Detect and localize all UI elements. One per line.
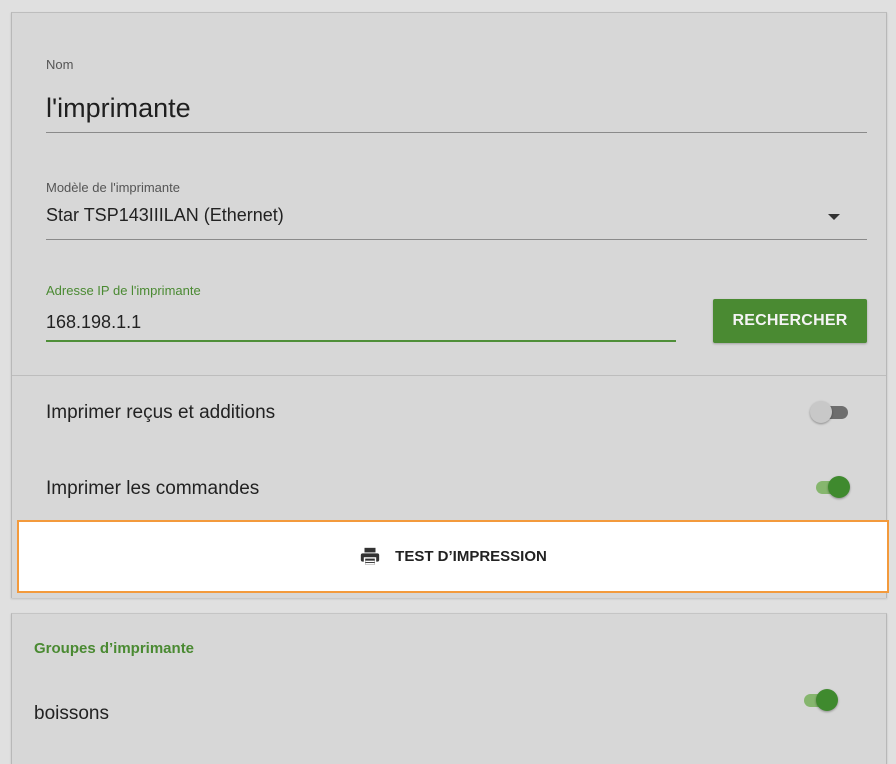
chevron-down-icon[interactable] [828,214,840,220]
test-print-button[interactable]: TEST D’IMPRESSION [17,520,889,593]
receipts-toggle-label: Imprimer reçus et additions [46,402,276,423]
printer-groups-card [11,613,887,764]
group-item-label: boissons [34,703,109,724]
section-divider [12,375,886,376]
search-button[interactable]: RECHERCHER [713,299,867,343]
groups-section-title: Groupes d’imprimante [34,640,195,657]
name-field-label: Nom [46,57,74,72]
ip-field-label: Adresse IP de l'imprimante [46,283,201,298]
name-field[interactable]: l'imprimante [46,93,191,124]
test-print-label: TEST D’IMPRESSION [395,548,547,565]
model-select[interactable]: Star TSP143IIILAN (Ethernet) [46,205,284,226]
orders-toggle-label: Imprimer les commandes [46,478,260,499]
group-boissons-toggle[interactable] [798,687,838,713]
name-field-underline [46,132,867,133]
toggle-knob [816,689,838,711]
printer-icon [360,547,380,566]
model-select-label: Modèle de l'imprimante [46,180,180,195]
toggle-knob [828,476,850,498]
toggle-knob [810,401,832,423]
printer-settings-card: Nom l'imprimante Modèle de l'imprimante … [11,12,887,598]
ip-field[interactable]: 168.198.1.1 [46,312,141,333]
orders-toggle[interactable] [810,474,850,500]
ip-field-underline [46,340,676,342]
model-select-underline [46,239,867,240]
receipts-toggle[interactable] [810,399,850,425]
